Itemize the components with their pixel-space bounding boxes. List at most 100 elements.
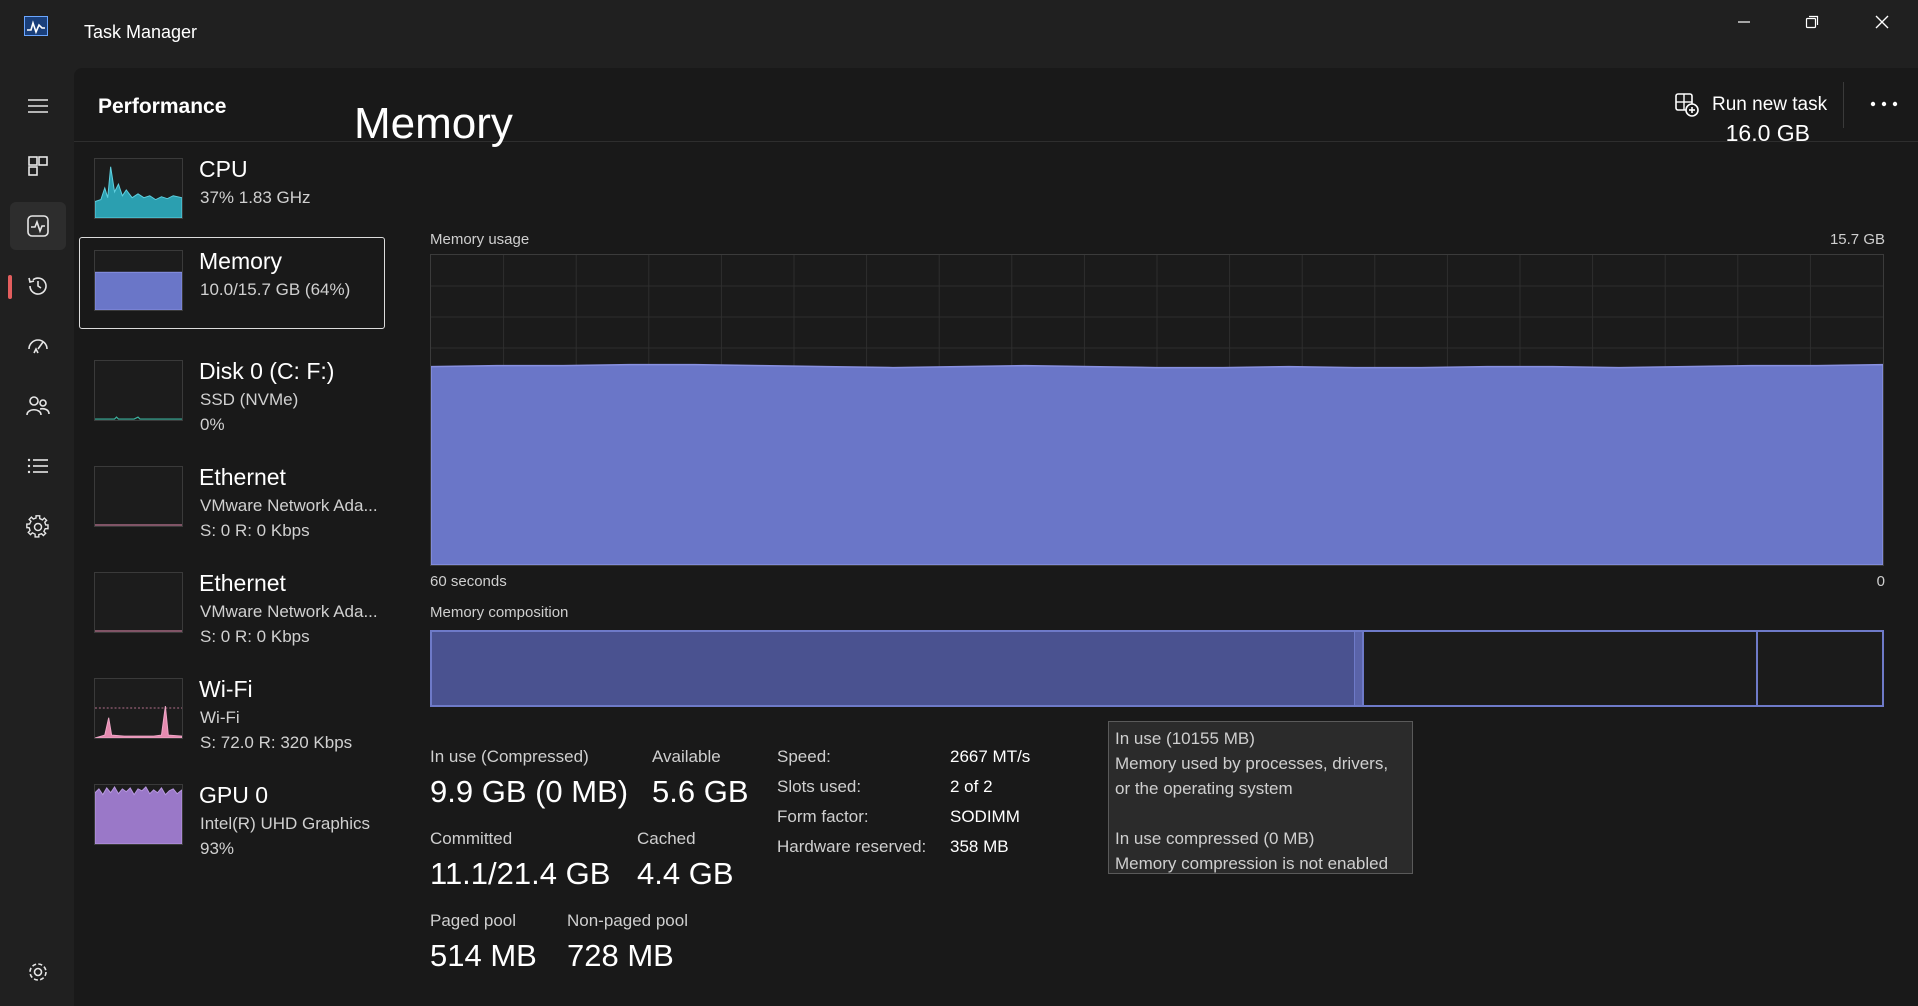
device-name: Wi-Fi — [199, 676, 253, 702]
device-wifi[interactable]: Wi-Fi Wi-Fi S: 72.0 R: 320 Kbps — [79, 665, 385, 757]
services-icon — [26, 515, 49, 538]
ethernet-thumbnail-graph — [94, 466, 183, 527]
hardware-reserved-value: 358 MB — [950, 837, 1009, 856]
committed-label: Committed — [430, 829, 513, 848]
device-gpu[interactable]: GPU 0 Intel(R) UHD Graphics 93% — [79, 771, 385, 863]
time-axis-end: 0 — [1876, 573, 1885, 590]
hardware-reserved-label: Hardware reserved: — [777, 837, 927, 856]
restore-button[interactable] — [1776, 0, 1848, 44]
nav-performance-button[interactable] — [10, 202, 66, 250]
committed-value: 11.1/21.4 GB — [430, 856, 611, 891]
tooltip-spacer — [1115, 801, 1406, 826]
gpu-thumbnail-graph — [94, 784, 183, 845]
nav-app-history-button[interactable] — [10, 262, 66, 310]
close-button[interactable] — [1846, 0, 1918, 44]
in-use-tooltip: In use (10155 MB) Memory used by process… — [1108, 721, 1413, 874]
startup-apps-icon — [28, 339, 48, 354]
memory-usage-graph — [430, 254, 1884, 566]
memory-thumbnail-graph — [94, 250, 183, 311]
memory-title: Memory — [354, 99, 513, 148]
device-ethernet-1[interactable]: Ethernet VMware Network Ada... S: 0 R: 0… — [79, 453, 385, 545]
minimize-button[interactable] — [1708, 0, 1780, 44]
memory-total: 16.0 GB — [1725, 120, 1810, 146]
nav-menu-button[interactable] — [10, 82, 66, 130]
form-factor-value: SODIMM — [950, 807, 1020, 826]
more-icon — [1870, 101, 1898, 107]
title-bar: Task Manager — [0, 0, 1918, 64]
nav-processes-button[interactable] — [10, 142, 66, 190]
memory-composition-bar[interactable] — [430, 630, 1884, 707]
in-use-value: 9.9 GB (0 MB) — [430, 774, 629, 809]
app-history-icon — [28, 277, 47, 295]
menu-icon — [28, 99, 48, 113]
speed-label: Speed: — [777, 747, 831, 766]
tooltip-line: In use (10155 MB) — [1115, 729, 1255, 748]
settings-icon — [29, 963, 47, 981]
nav-startup-apps-button[interactable] — [10, 322, 66, 370]
device-detail: VMware Network Ada... — [200, 602, 378, 621]
task-manager-app-icon — [24, 16, 48, 36]
device-memory[interactable]: Memory 10.0/15.7 GB (64%) — [79, 237, 385, 329]
device-detail: 37% 1.83 GHz — [200, 188, 311, 207]
device-detail: SSD (NVMe) — [200, 390, 299, 409]
cached-value: 4.4 GB — [637, 856, 734, 891]
nav-services-button[interactable] — [10, 502, 66, 550]
device-detail: Wi-Fi — [200, 708, 240, 727]
users-icon — [26, 396, 50, 416]
speed-value: 2667 MT/s — [950, 747, 1031, 766]
device-detail: Intel(R) UHD Graphics — [200, 814, 371, 833]
run-new-task-button[interactable]: Run new task — [1674, 88, 1827, 122]
tooltip-line: or the operating system — [1115, 779, 1293, 798]
device-name: GPU 0 — [199, 782, 269, 808]
cpu-thumbnail-graph — [94, 158, 183, 219]
composition-free[interactable] — [1758, 632, 1882, 705]
run-new-task-label: Run new task — [1712, 94, 1828, 115]
details-icon — [27, 458, 48, 474]
device-name: CPU — [199, 156, 248, 182]
memory-usage-area — [431, 363, 1883, 565]
memory-usage-label: Memory usage — [430, 231, 530, 248]
processes-icon — [28, 156, 48, 176]
memory-composition-label: Memory composition — [430, 604, 569, 621]
device-detail: 10.0/15.7 GB (64%) — [200, 280, 351, 299]
device-detail: 0% — [200, 415, 225, 434]
run-new-task-icon — [1675, 93, 1699, 117]
active-nav-indicator — [8, 275, 12, 299]
available-label: Available — [652, 747, 721, 766]
device-detail: 93% — [200, 839, 235, 858]
form-factor-label: Form factor: — [777, 807, 869, 826]
close-icon — [1875, 15, 1889, 29]
tooltip-line: Memory compression is not enabled — [1115, 854, 1389, 873]
more-options-button[interactable] — [1860, 84, 1908, 124]
composition-standby[interactable] — [1364, 632, 1758, 705]
minimize-icon — [1738, 21, 1750, 23]
navigation-rail — [0, 64, 74, 1006]
header-divider — [1843, 82, 1844, 128]
nav-settings-button[interactable] — [10, 948, 66, 996]
device-detail: S: 72.0 R: 320 Kbps — [200, 733, 353, 752]
device-name: Ethernet — [199, 464, 286, 490]
device-detail: S: 0 R: 0 Kbps — [200, 521, 310, 540]
composition-modified[interactable] — [1355, 632, 1364, 705]
device-disk[interactable]: Disk 0 (C: F:) SSD (NVMe) 0% — [79, 347, 385, 439]
in-use-label: In use (Compressed) — [430, 747, 589, 766]
device-detail: S: 0 R: 0 Kbps — [200, 627, 310, 646]
page-title: Performance — [98, 95, 227, 118]
cached-label: Cached — [637, 829, 696, 848]
disk-thumbnail-graph — [94, 360, 183, 421]
device-name: Disk 0 (C: F:) — [199, 358, 335, 384]
composition-in-use[interactable] — [432, 632, 1355, 705]
wifi-thumbnail-graph — [94, 678, 183, 739]
nav-details-button[interactable] — [10, 442, 66, 490]
nav-users-button[interactable] — [10, 382, 66, 430]
device-cpu[interactable]: CPU 37% 1.83 GHz — [79, 145, 385, 237]
ethernet-thumbnail-graph — [94, 572, 183, 633]
memory-usage-max: 15.7 GB — [1829, 231, 1885, 248]
performance-icon — [27, 215, 49, 237]
window-title: Task Manager — [84, 22, 198, 42]
non-paged-pool-value: 728 MB — [567, 938, 674, 973]
device-ethernet-2[interactable]: Ethernet VMware Network Ada... S: 0 R: 0… — [79, 559, 385, 651]
tooltip-line: In use compressed (0 MB) — [1115, 829, 1315, 848]
time-axis-start: 60 seconds — [430, 573, 507, 590]
device-name: Ethernet — [199, 570, 286, 596]
